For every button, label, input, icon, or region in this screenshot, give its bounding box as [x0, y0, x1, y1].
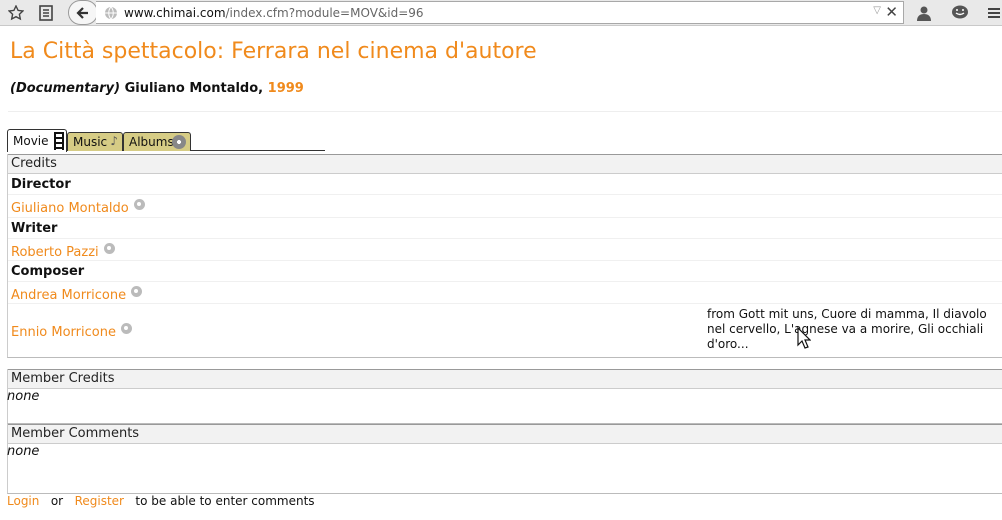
page-title: La Città spettacolo: Ferrara nel cinema … — [10, 39, 537, 64]
tab-bar: Movie Music ♪ Albums — [7, 129, 325, 152]
url-bar[interactable]: www.chimai.com/index.cfm?module=MOV&id=9… — [96, 1, 904, 24]
person-link[interactable]: Andrea Morricone — [11, 288, 126, 303]
menu-icon[interactable] — [984, 3, 1002, 23]
tab-movie-label: Movie — [13, 134, 49, 148]
credit-person: Andrea Morricone — [8, 282, 1002, 304]
search-icon[interactable] — [133, 199, 145, 210]
mouse-cursor-icon — [797, 327, 811, 349]
movie-info-line: (Documentary) Giuliano Montaldo, 1999 — [10, 81, 304, 96]
credit-person: Roberto Pazzi — [8, 239, 1002, 261]
role-writer: Writer — [11, 221, 58, 236]
footer-text: to be able to enter comments — [135, 494, 315, 508]
film-icon — [54, 132, 64, 150]
credit-person-row: Giuliano Montaldo — [8, 195, 1002, 218]
credit-person-row: Andrea Morricone — [8, 282, 1002, 304]
member-comments-section: Member Comments none — [7, 424, 1002, 494]
credit-role-row: Writer — [8, 218, 1002, 239]
person-link[interactable]: Roberto Pazzi — [11, 245, 99, 260]
credits-section: Credits Director Giuliano Montaldo Write… — [7, 154, 1002, 358]
browser-toolbar: www.chimai.com/index.cfm?module=MOV&id=9… — [0, 0, 1002, 26]
credit-person: Giuliano Montaldo — [8, 195, 1002, 218]
director-name: Giuliano Montaldo, — [124, 81, 264, 96]
year-link[interactable]: 1999 — [268, 81, 304, 96]
genre-label: (Documentary) — [10, 81, 121, 96]
credit-role-row: Director — [8, 175, 1002, 195]
credits-header: Credits — [8, 154, 1002, 174]
credit-person-row: Ennio Morricone from Gott mit uns, Cuore… — [8, 304, 1002, 356]
divider — [8, 111, 1002, 112]
url-path: /index.cfm?module=MOV&id=96 — [225, 5, 424, 20]
music-note-icon: ♪ — [110, 134, 118, 148]
login-link[interactable]: Login — [7, 494, 39, 508]
person-link[interactable]: Ennio Morricone — [11, 325, 116, 340]
chat-icon[interactable] — [950, 3, 970, 23]
bookmark-star-icon[interactable] — [6, 3, 26, 23]
search-icon[interactable] — [103, 242, 115, 254]
url-domain: www.chimai.com — [124, 5, 226, 20]
tab-movie[interactable]: Movie — [7, 129, 67, 152]
role-director: Director — [11, 177, 71, 192]
tab-albums[interactable]: Albums — [123, 132, 191, 151]
tab-music-label: Music — [73, 135, 108, 149]
comment-login-prompt: Login or Register to be able to enter co… — [7, 494, 315, 508]
back-arrow-icon — [76, 6, 88, 19]
reading-list-icon[interactable] — [36, 3, 56, 23]
search-icon[interactable] — [131, 285, 143, 297]
tab-music[interactable]: Music ♪ — [67, 132, 123, 151]
member-credits-header: Member Credits — [8, 369, 1002, 389]
tab-albums-label: Albums — [129, 135, 174, 149]
or-text: or — [50, 494, 64, 508]
role-composer: Composer — [11, 264, 85, 279]
search-icon[interactable] — [120, 322, 132, 334]
member-comments-header: Member Comments — [8, 424, 1002, 444]
close-icon[interactable]: ✕ — [885, 3, 898, 21]
credit-person-row: Roberto Pazzi — [8, 239, 1002, 261]
back-button[interactable] — [68, 0, 98, 25]
disc-icon — [172, 135, 186, 149]
register-link[interactable]: Register — [75, 494, 124, 508]
credit-note: from Gott mit uns, Cuore di mamma, Il di… — [707, 307, 987, 351]
person-link[interactable]: Giuliano Montaldo — [11, 201, 129, 216]
url-text: www.chimai.com/index.cfm?module=MOV&id=9… — [124, 6, 424, 20]
dropdown-icon[interactable]: ▽ — [873, 5, 881, 16]
member-credits-section: Member Credits none — [7, 369, 1002, 424]
member-comments-value: none — [7, 444, 40, 459]
member-credits-value: none — [7, 389, 40, 404]
globe-icon — [105, 6, 117, 19]
credit-role-row: Composer — [8, 261, 1002, 282]
user-icon[interactable] — [914, 3, 934, 23]
